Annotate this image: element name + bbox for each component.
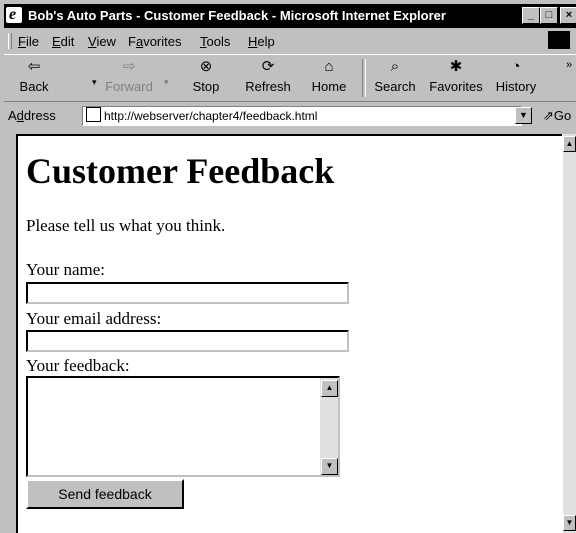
home-icon: ⌂ <box>324 58 334 75</box>
window-title: Bob's Auto Parts - Customer Feedback - M… <box>28 8 446 23</box>
page-scrollbar[interactable]: ▲ ▼ <box>562 134 576 533</box>
browser-window: e Bob's Auto Parts - Customer Feedback -… <box>0 0 576 533</box>
menu-bar-grip[interactable] <box>8 33 12 49</box>
go-button[interactable]: ⇗Go <box>543 108 571 124</box>
page-scroll-up-arrow[interactable]: ▲ <box>563 136 576 152</box>
name-label: Your name: <box>26 260 106 279</box>
address-dropdown-button[interactable]: ▼ <box>515 107 532 124</box>
page-scroll-down-arrow[interactable]: ▼ <box>563 515 576 531</box>
page-content: Customer Feedback Please tell us what yo… <box>16 134 562 533</box>
menu-bar: File Edit View Favorites Tools Help <box>4 30 576 52</box>
feedback-scroll-down-arrow[interactable]: ▼ <box>321 458 338 475</box>
stop-button[interactable]: ⊗ Stop <box>186 57 226 99</box>
minimize-button[interactable]: _ <box>522 7 540 24</box>
search-button[interactable]: ⌕ Search <box>370 57 420 99</box>
maximize-button[interactable]: □ <box>540 7 558 24</box>
menu-help[interactable]: Help <box>248 34 275 49</box>
search-icon: ⌕ <box>390 58 400 75</box>
address-label: Address <box>8 108 56 123</box>
forward-history-dropdown[interactable]: ▾ <box>164 77 169 88</box>
windows-logo-icon <box>548 31 570 49</box>
menu-file[interactable]: File <box>18 34 39 49</box>
name-field[interactable] <box>26 282 349 304</box>
forward-arrow-icon: ⇨ <box>122 58 136 75</box>
feedback-scrollbar[interactable]: ▲ ▼ <box>320 378 338 475</box>
favorites-button[interactable]: ✱ Favorites <box>426 57 486 99</box>
favorites-icon: ✱ <box>449 58 463 75</box>
menu-favorites[interactable]: Favorites <box>128 34 181 49</box>
address-input[interactable]: http://webserver/chapter4/feedback.html <box>82 106 522 126</box>
menu-edit[interactable]: Edit <box>52 34 74 49</box>
history-button[interactable]: ◔ History <box>492 57 540 99</box>
forward-button[interactable]: ⇨ Forward <box>102 57 156 99</box>
page-heading: Customer Feedback <box>26 151 335 191</box>
title-bar: e Bob's Auto Parts - Customer Feedback -… <box>4 4 576 28</box>
back-history-dropdown[interactable]: ▾ <box>92 77 97 88</box>
feedback-textarea[interactable]: ▲ ▼ <box>26 376 340 477</box>
home-button[interactable]: ⌂ Home <box>306 57 352 99</box>
standard-toolbar: ⇦ Back ▾ ⇨ Forward ▾ ⊗ Stop ⟳ Refresh ⌂ … <box>4 54 576 102</box>
intro-text: Please tell us what you think. <box>26 216 226 235</box>
send-feedback-button[interactable]: Send feedback <box>26 479 184 509</box>
toolbar-separator <box>362 59 366 97</box>
close-button[interactable]: × <box>560 7 576 24</box>
feedback-scroll-up-arrow[interactable]: ▲ <box>321 380 338 397</box>
toolbar-overflow-chevron[interactable]: » <box>566 59 572 71</box>
go-arrow-icon: ⇗ <box>543 108 554 123</box>
history-icon: ◔ <box>511 58 521 75</box>
back-arrow-icon: ⇦ <box>27 58 41 75</box>
feedback-label: Your feedback: <box>26 356 130 375</box>
menu-tools[interactable]: Tools <box>200 34 230 49</box>
refresh-button[interactable]: ⟳ Refresh <box>240 57 296 99</box>
email-label: Your email address: <box>26 309 162 328</box>
internet-explorer-icon[interactable]: e <box>6 6 22 23</box>
page-icon <box>86 107 101 122</box>
back-button[interactable]: ⇦ Back <box>12 57 56 99</box>
refresh-icon: ⟳ <box>261 58 275 75</box>
email-field[interactable] <box>26 330 349 352</box>
address-url: http://webserver/chapter4/feedback.html <box>104 109 318 123</box>
address-bar: Address http://webserver/chapter4/feedba… <box>4 104 576 128</box>
stop-icon: ⊗ <box>199 58 213 75</box>
menu-view[interactable]: View <box>88 34 116 49</box>
